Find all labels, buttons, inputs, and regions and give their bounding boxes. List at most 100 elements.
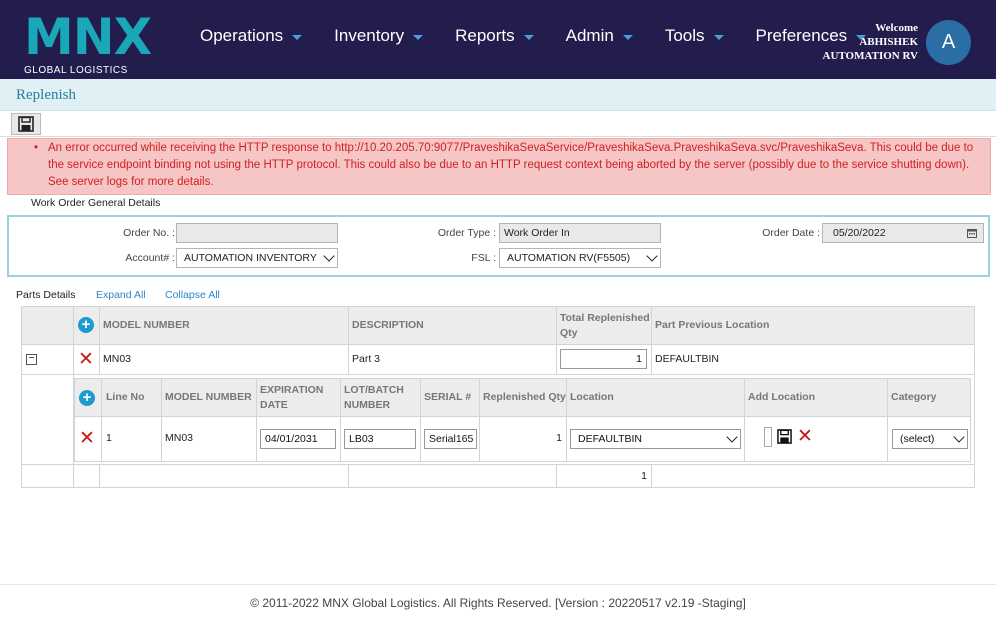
delete-part-icon[interactable]: ✕ <box>78 350 94 369</box>
general-details-panel: Order No. : Order Type : Work Order In O… <box>7 215 990 277</box>
nav-admin-label: Admin <box>565 26 614 45</box>
line-expiration-cell: 04/01/2031 <box>257 417 341 461</box>
page-title: Replenish <box>16 87 76 103</box>
sub-header-add-location-label: Add Location <box>748 391 816 403</box>
nav-inventory-label: Inventory <box>334 26 405 45</box>
nav-inventory[interactable]: Inventory <box>334 26 424 46</box>
calendar-icon[interactable] <box>967 228 977 238</box>
expand-all-link[interactable]: Expand All <box>96 289 146 301</box>
add-line-icon[interactable]: + <box>79 390 95 406</box>
total-row-cell <box>652 465 974 487</box>
header-model-number: MODEL NUMBER <box>103 319 190 331</box>
table-header-prev-location: Part Previous Location <box>652 307 974 345</box>
add-location-input[interactable] <box>764 427 772 447</box>
fsl-label: FSL : <box>471 252 496 264</box>
line-lot-cell: LB03 <box>341 417 421 461</box>
user-name: ABHISHEK <box>859 36 918 48</box>
logo-subtext: GLOBAL LOGISTICS <box>24 65 128 76</box>
sub-header-expiration: EXPIRATION DATE <box>257 379 341 417</box>
chevron-down-icon <box>622 34 633 40</box>
line-location-cell: DEFAULTBIN <box>567 417 745 461</box>
collapse-row-icon[interactable]: − <box>26 354 37 365</box>
error-message: An error occurred while receiving the HT… <box>48 142 974 188</box>
delete-line-icon[interactable]: ✕ <box>79 429 95 448</box>
nav-reports[interactable]: Reports <box>455 26 534 46</box>
nav-tools[interactable]: Tools <box>665 26 724 46</box>
line-model-cell: MN03 <box>162 417 257 461</box>
parts-details-label: Parts Details <box>16 289 76 301</box>
error-message-box: • An error occurred while receiving the … <box>7 138 991 195</box>
sub-header-category-label: Category <box>891 391 937 403</box>
order-type-label: Order Type : <box>437 227 496 239</box>
row-description: Part 3 <box>352 353 381 365</box>
line-serial-cell: Serial165 <box>421 417 480 461</box>
nested-spacer-cell <box>22 375 74 465</box>
nav-operations[interactable]: Operations <box>200 26 303 46</box>
toolbar <box>0 111 996 137</box>
order-date-value: 05/20/2022 <box>833 227 886 239</box>
line-no-cell: 1 <box>102 417 162 461</box>
table-header-cell: + <box>74 307 100 345</box>
parts-table: + MODEL NUMBER DESCRIPTION Total Repleni… <box>21 306 975 488</box>
account-label: Account# : <box>125 252 175 264</box>
floppy-disk-icon <box>18 116 34 132</box>
nested-container: + Line No MODEL NUMBER EXPIRATION DATE L… <box>74 375 974 465</box>
footer-copyright: © 2011-2022 MNX Global Logistics. All Ri… <box>250 596 746 610</box>
order-no-field[interactable] <box>176 223 338 243</box>
lot-batch-input[interactable]: LB03 <box>344 429 416 449</box>
chevron-down-icon <box>323 250 335 262</box>
order-date-field[interactable]: 05/20/2022 <box>822 223 984 243</box>
line-replenished-qty: 1 <box>556 432 562 444</box>
expiration-date-input[interactable]: 04/01/2031 <box>260 429 336 449</box>
cancel-location-icon[interactable]: ✕ <box>797 427 813 446</box>
sub-header-line-no: Line No <box>102 379 162 417</box>
chevron-down-icon <box>646 250 658 262</box>
category-select[interactable]: (select) <box>892 429 968 449</box>
collapse-all-link[interactable]: Collapse All <box>165 289 220 301</box>
sub-header-category: Category <box>888 379 970 417</box>
table-row-prev-location: DEFAULTBIN <box>652 345 974 375</box>
sub-header-model-label: MODEL NUMBER <box>165 391 252 403</box>
save-button[interactable] <box>11 113 41 135</box>
general-details-heading: Work Order General Details <box>31 197 161 209</box>
serial-input[interactable]: Serial165 <box>424 429 477 449</box>
header-description: DESCRIPTION <box>352 319 424 331</box>
user-welcome: Welcome ABHISHEK AUTOMATION RV <box>818 21 918 63</box>
line-add-location-cell: ✕ <box>745 417 888 461</box>
sub-header-expiration-label: EXPIRATION DATE <box>260 384 324 411</box>
order-date-label: Order Date : <box>762 227 820 239</box>
sub-header-replenished-qty: Replenished Qty <box>480 379 567 417</box>
sub-header-lot-label: LOT/BATCH NUMBER <box>344 384 404 411</box>
table-header-cell <box>22 307 74 345</box>
table-header-description: DESCRIPTION <box>349 307 557 345</box>
fsl-select[interactable]: AUTOMATION RV(F5505) <box>499 248 661 268</box>
total-row-cell <box>22 465 74 487</box>
total-replenished-qty-input[interactable]: 1 <box>560 349 647 369</box>
sub-header-location: Location <box>567 379 745 417</box>
line-qty-cell: 1 <box>480 417 567 461</box>
line-category-cell: (select) <box>888 417 970 461</box>
chevron-down-icon <box>953 431 965 443</box>
avatar[interactable]: A <box>926 20 971 65</box>
main-nav: Operations Inventory Reports Admin Tools… <box>200 26 898 46</box>
line-model-value: MN03 <box>165 432 194 444</box>
nav-admin[interactable]: Admin <box>566 26 633 46</box>
company-logo[interactable]: MNX GLOBAL LOGISTICS <box>24 8 152 76</box>
location-select[interactable]: DEFAULTBIN <box>570 429 741 449</box>
save-location-icon[interactable] <box>777 429 792 444</box>
logo-mark: MNX <box>24 8 152 66</box>
sub-header-model: MODEL NUMBER <box>162 379 257 417</box>
nav-reports-label: Reports <box>455 26 515 45</box>
sub-header-replenished-qty-label: Replenished Qty <box>483 391 566 403</box>
account-select[interactable]: AUTOMATION INVENTORY <box>176 248 338 268</box>
total-row-cell <box>74 465 100 487</box>
total-row-cell <box>349 465 557 487</box>
add-part-icon[interactable]: + <box>78 317 94 333</box>
nav-tools-label: Tools <box>664 26 705 45</box>
fsl-value: AUTOMATION RV(F5505) <box>507 252 631 264</box>
page-title-bar: Replenish <box>0 79 996 111</box>
line-delete-cell: ✕ <box>75 417 102 461</box>
line-items-table: + Line No MODEL NUMBER EXPIRATION DATE L… <box>74 378 971 462</box>
order-type-field[interactable]: Work Order In <box>499 223 661 243</box>
table-row-toggle-cell: − <box>22 345 74 375</box>
